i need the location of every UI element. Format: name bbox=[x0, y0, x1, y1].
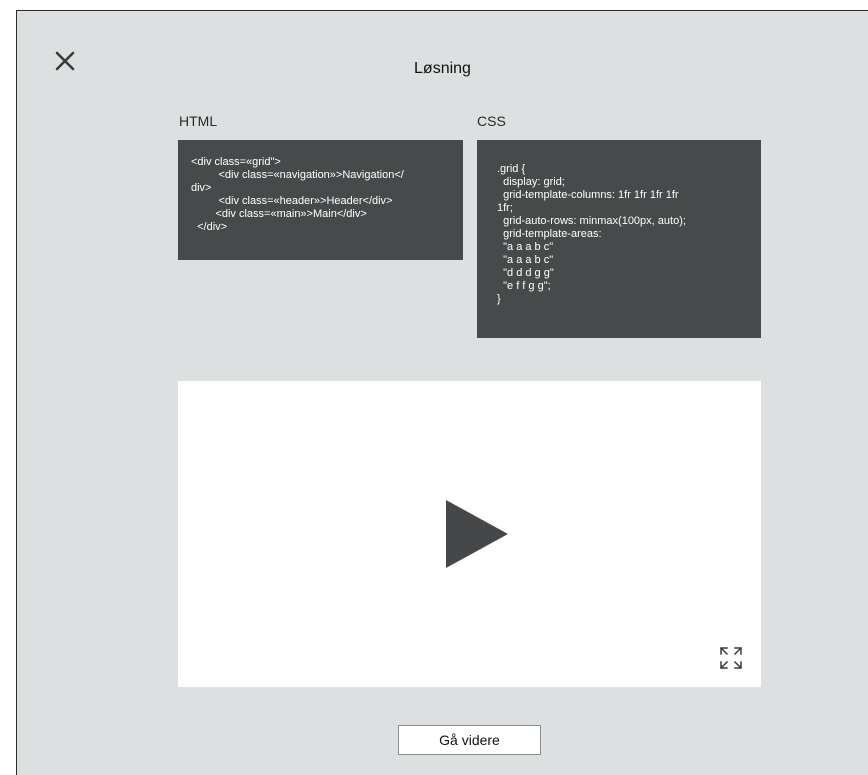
continue-button[interactable]: Gå videre bbox=[398, 725, 541, 755]
html-label: HTML bbox=[179, 113, 218, 129]
fullscreen-button[interactable] bbox=[719, 646, 743, 670]
play-button[interactable] bbox=[446, 500, 510, 568]
dialog-title: Løsning bbox=[414, 60, 471, 77]
css-code-block: .grid { display: grid; grid-template-col… bbox=[477, 140, 761, 338]
dialog-frame: Løsning HTML CSS <div class=«grid"> <div… bbox=[16, 10, 868, 775]
html-code-block: <div class=«grid"> <div class=«navigatio… bbox=[178, 140, 463, 260]
video-player[interactable] bbox=[178, 381, 761, 687]
css-label: CSS bbox=[477, 113, 506, 129]
expand-icon bbox=[719, 646, 743, 670]
play-icon bbox=[446, 500, 508, 568]
